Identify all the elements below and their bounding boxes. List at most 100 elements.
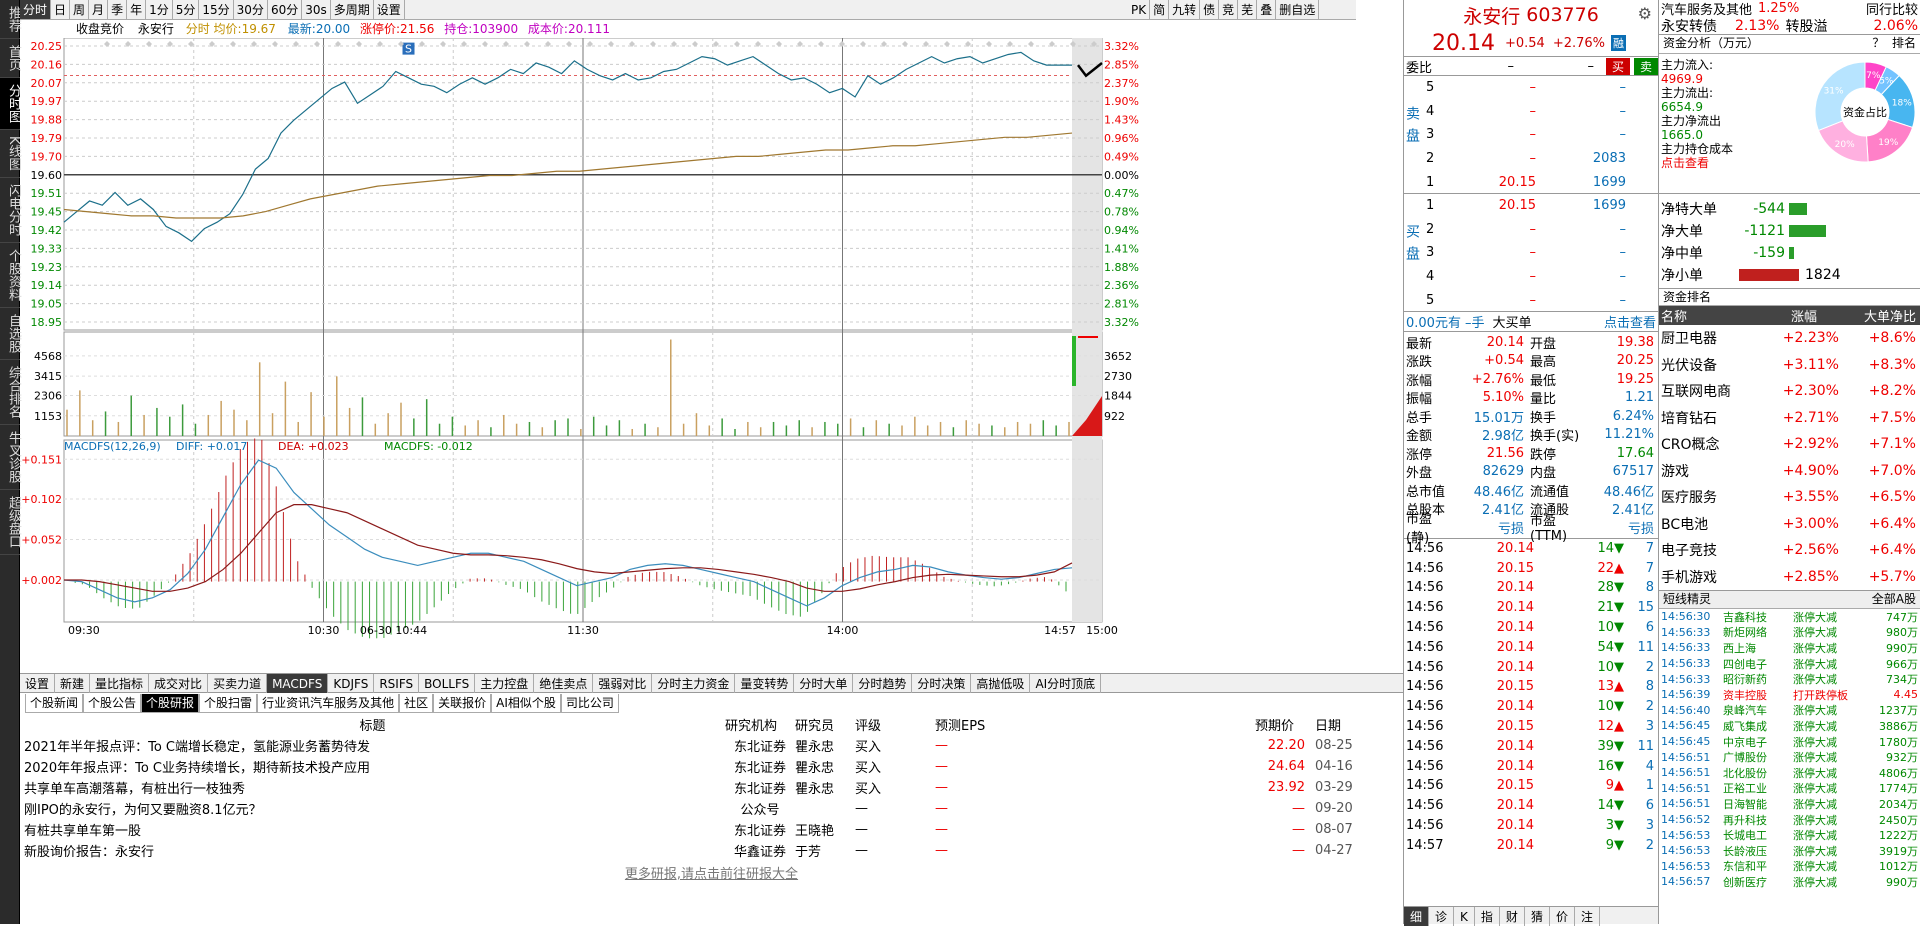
fund-rank-row[interactable]: BC电池 +3.00% +6.4% (1659, 511, 1920, 538)
indicator-tab-16[interactable]: 分时决策 (912, 674, 972, 693)
tool-btn-2[interactable]: 九转 (1169, 0, 1201, 19)
quote-tab-4[interactable]: 财 (1500, 907, 1525, 926)
period-tab-9[interactable]: 30分 (234, 0, 268, 19)
indicator-tab-1[interactable]: 新建 (55, 674, 91, 693)
quote-tab-5[interactable]: 猜 (1525, 907, 1550, 926)
indicator-tab-9[interactable]: 主力控盘 (475, 674, 535, 693)
research-tab-0[interactable]: 个股新闻 (25, 694, 84, 713)
left-nav-item-1[interactable]: 首页 (0, 39, 21, 78)
buy-button[interactable]: 买 (1605, 57, 1630, 75)
short-elf-row[interactable]: 14:56:51 北化股份 涨停大减 4806万 (1659, 765, 1920, 781)
left-nav-item-5[interactable]: 个股资料 (0, 243, 21, 308)
quote-tab-6[interactable]: 价 (1550, 907, 1575, 926)
short-elf-row[interactable]: 14:56:53 长城电工 涨停大减 1222万 (1659, 827, 1920, 843)
short-elf-row[interactable]: 14:56:57 创新医疗 涨停大减 990万 (1659, 874, 1920, 890)
fund-rank-row[interactable]: 培育钻石 +2.71% +7.5% (1659, 405, 1920, 432)
period-tab-7[interactable]: 5分 (173, 0, 200, 19)
main-cost-link[interactable]: 点击查看 (1661, 156, 1733, 170)
quote-tab-7[interactable]: 注 (1575, 907, 1600, 926)
indicator-tab-13[interactable]: 量变转势 (735, 674, 795, 693)
research-row[interactable]: 刚IPO的永安行，为何又要融资8.1亿元？ 公众号 — — — 09-20 (20, 798, 1403, 819)
research-tab-2[interactable]: 个股研报 (141, 694, 200, 713)
research-tab-8[interactable]: 司比公司 (560, 694, 619, 713)
indicator-tab-8[interactable]: BOLLFS (419, 674, 476, 693)
indicator-tab-5[interactable]: MACDFS (267, 674, 329, 693)
research-row[interactable]: 2021年半年报点评：To C端增长稳定，氢能源业务蓄势待发 东北证券 瞿永忠 买入 —… (20, 735, 1403, 756)
rank-col-ratio[interactable]: 大单净比 (1839, 306, 1920, 325)
quote-tab-3[interactable]: 指 (1475, 907, 1500, 926)
indicator-tab-4[interactable]: 买卖力道 (208, 674, 268, 693)
fund-rank-row[interactable]: 游戏 +4.90% +7.0% (1659, 458, 1920, 485)
short-elf-row[interactable]: 14:56:51 正裕工业 涨停大减 1774万 (1659, 781, 1920, 797)
period-tab-3[interactable]: 月 (89, 0, 109, 19)
tool-btn-6[interactable]: 叠 (1257, 0, 1277, 19)
quote-tab-2[interactable]: K (1454, 907, 1475, 926)
fund-rank-row[interactable]: 电子竞技 +2.56% +6.4% (1659, 537, 1920, 564)
indicator-tab-17[interactable]: 高抛低吸 (971, 674, 1031, 693)
research-tab-7[interactable]: AI相似个股 (491, 694, 561, 713)
tool-btn-7[interactable]: 删自选 (1276, 0, 1320, 19)
fund-rank-link[interactable]: 排名 (1892, 36, 1916, 50)
research-tab-6[interactable]: 关联报价 (433, 694, 492, 713)
period-tab-2[interactable]: 周 (70, 0, 90, 19)
research-tab-4[interactable]: 行业资讯汽车服务及其他 (257, 694, 400, 713)
research-tab-5[interactable]: 社区 (399, 694, 434, 713)
period-tab-13[interactable]: 设置 (374, 0, 405, 19)
indicator-tab-2[interactable]: 量比指标 (90, 674, 150, 693)
more-research-link[interactable]: 更多研报,请点击前往研报大全 (20, 863, 1403, 882)
left-nav-item-0[interactable]: 推荐 (0, 0, 21, 39)
indicator-tab-15[interactable]: 分时趋势 (853, 674, 913, 693)
research-row[interactable]: 新股询价报告：永安行 华鑫证券 于芳 — — — 04-27 (20, 840, 1403, 861)
fund-rank-row[interactable]: CRO概念 +2.92% +7.1% (1659, 431, 1920, 458)
short-elf-row[interactable]: 14:56:39 资丰控股 打开跌停板 4.45 (1659, 687, 1920, 703)
quote-tab-0[interactable]: 细 (1404, 907, 1430, 926)
indicator-tab-0[interactable]: 设置 (20, 674, 56, 693)
left-nav-item-9[interactable]: 超级盘口 (0, 490, 21, 555)
research-tab-3[interactable]: 个股扫雷 (199, 694, 258, 713)
period-tab-0[interactable]: 分时 (20, 0, 52, 19)
indicator-tab-3[interactable]: 成交对比 (149, 674, 209, 693)
research-tab-1[interactable]: 个股公告 (83, 694, 142, 713)
fund-rank-row[interactable]: 手机游戏 +2.85% +5.7% (1659, 564, 1920, 591)
peer-compare-link[interactable]: 同行比较 (1866, 0, 1918, 18)
short-elf-row[interactable]: 14:56:33 新炬网络 涨停大减 980万 (1659, 625, 1920, 641)
indicator-tab-18[interactable]: AI分时顶底 (1030, 674, 1102, 693)
big-order-link[interactable]: 点击查看 (1604, 312, 1658, 331)
period-tab-10[interactable]: 60分 (268, 0, 303, 19)
fund-rank-row[interactable]: 医疗服务 +3.55% +6.5% (1659, 484, 1920, 511)
period-tab-12[interactable]: 多周期 (331, 0, 374, 19)
period-tab-4[interactable]: 季 (108, 0, 128, 19)
rank-col-name[interactable]: 名称 (1659, 306, 1769, 325)
short-elf-row[interactable]: 14:56:51 日海智能 涨停大减 2034万 (1659, 796, 1920, 812)
short-elf-row[interactable]: 14:56:45 威飞集成 涨停大减 3886万 (1659, 718, 1920, 734)
left-nav-item-2[interactable]: 分时图 (0, 78, 21, 130)
tool-btn-0[interactable]: PK (1128, 0, 1151, 19)
left-nav-item-3[interactable]: K线图 (0, 130, 21, 178)
short-elf-row[interactable]: 14:56:33 四创电子 涨停大减 966万 (1659, 656, 1920, 672)
short-elf-row[interactable]: 14:56:40 泉峰汽车 涨停大减 1237万 (1659, 703, 1920, 719)
sell-button[interactable]: 卖 (1633, 57, 1658, 75)
period-tab-8[interactable]: 15分 (199, 0, 234, 19)
tool-btn-1[interactable]: 简 (1150, 0, 1170, 19)
tool-btn-4[interactable]: 竞 (1219, 0, 1239, 19)
short-elf-filter[interactable]: 全部A股 (1872, 591, 1916, 608)
gear-icon[interactable]: ⚙ (1638, 4, 1652, 23)
indicator-tab-14[interactable]: 分时大单 (794, 674, 854, 693)
period-tab-6[interactable]: 1分 (146, 0, 173, 19)
rank-col-pct[interactable]: 涨幅 (1769, 306, 1839, 325)
left-nav-item-4[interactable]: 闪电分时 (0, 178, 21, 243)
fund-rank-row[interactable]: 光伏设备 +3.11% +8.3% (1659, 352, 1920, 379)
short-elf-row[interactable]: 14:56:53 长龄液压 涨停大减 3919万 (1659, 843, 1920, 859)
tool-btn-5[interactable]: 芜 (1238, 0, 1258, 19)
left-nav-item-8[interactable]: 牛叉诊股 (0, 425, 21, 490)
period-tab-1[interactable]: 日 (51, 0, 71, 19)
help-icon[interactable]: ？ (1872, 36, 1884, 50)
quote-tab-1[interactable]: 诊 (1429, 907, 1455, 926)
period-tab-5[interactable]: 年 (127, 0, 147, 19)
research-row[interactable]: 2020年年报点评：To C业务持续增长，期待新技术投产应用 东北证券 瞿永忠 买入 —… (20, 756, 1403, 777)
fund-rank-row[interactable]: 厨卫电器 +2.23% +8.6% (1659, 325, 1920, 352)
fund-rank-row[interactable]: 互联网电商 +2.30% +8.2% (1659, 378, 1920, 405)
indicator-tab-6[interactable]: KDJFS (328, 674, 375, 693)
indicator-tab-12[interactable]: 分时主力资金 (652, 674, 736, 693)
short-elf-row[interactable]: 14:56:51 广博股份 涨停大减 932万 (1659, 749, 1920, 765)
